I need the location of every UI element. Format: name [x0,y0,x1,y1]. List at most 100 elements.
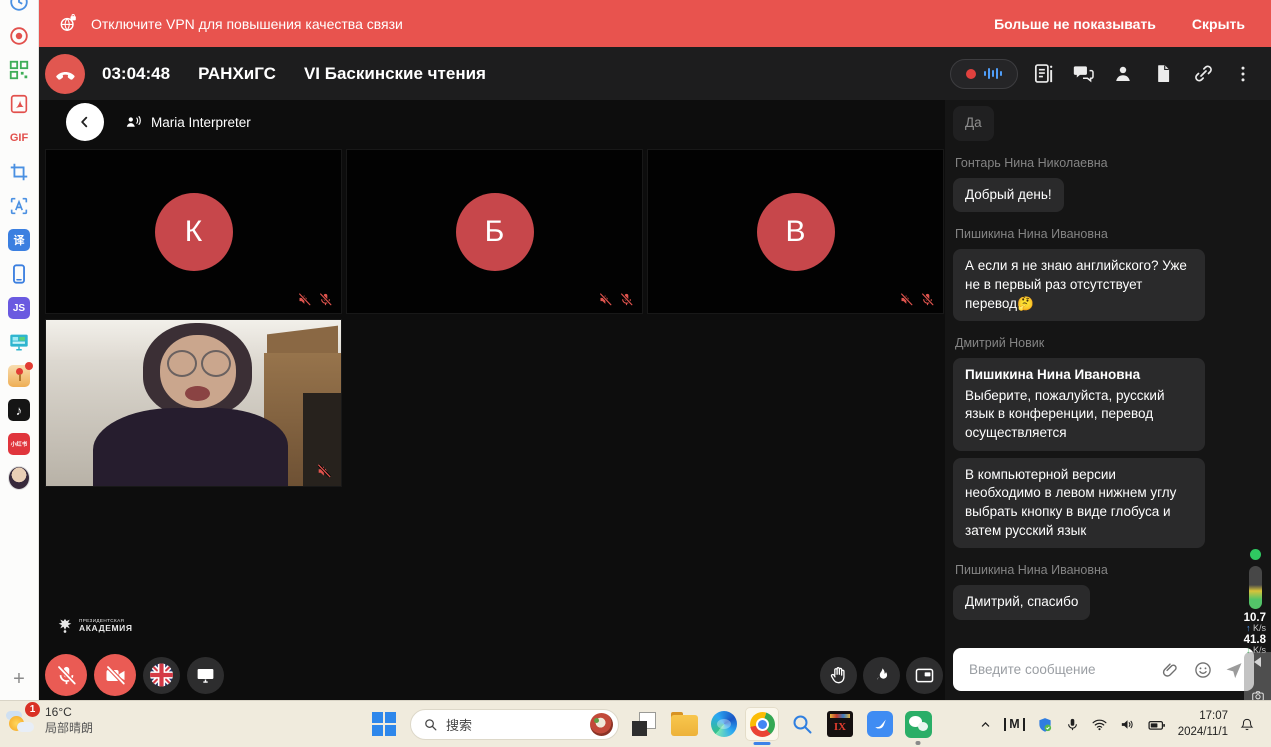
participant-avatar: К [155,193,233,271]
signal-level-indicator [1249,566,1262,609]
file-explorer-button[interactable] [667,707,701,741]
translate-icon[interactable]: 译 [8,229,30,251]
mobile-icon[interactable] [8,263,30,285]
volume-icon[interactable] [1119,716,1136,733]
back-button[interactable] [66,103,104,141]
message-text: В компьютерной версии необходимо в левом… [965,466,1193,541]
screen-share-icon [195,665,216,686]
participant-tile[interactable]: Б [347,150,642,313]
more-icon [1233,64,1253,84]
joystick-icon[interactable] [8,365,30,387]
vpn-globe-icon [58,14,78,34]
bell-icon[interactable] [1239,717,1255,733]
participants-button[interactable] [1108,59,1138,89]
participant-tile[interactable]: К [46,150,341,313]
quoted-author: Пишикина Нина Ивановна [965,366,1193,385]
edge-button[interactable] [707,707,741,741]
pip-button[interactable] [906,657,943,694]
chat-message-bubble: Пишикина Нина ИвановнаВыберите, пожалуйс… [953,358,1205,451]
chat-panel: ДаГонтарь Нина НиколаевнаДобрый день!Пиш… [945,100,1271,700]
chrome-button[interactable] [745,707,779,741]
add-tool-button[interactable]: + [8,668,30,690]
defender-icon[interactable] [1036,716,1054,734]
chat-message-bubble: В компьютерной версии необходимо в левом… [953,458,1205,549]
file-icon [1153,63,1174,84]
language-channel-button[interactable] [143,657,180,694]
battery-icon[interactable] [1147,715,1167,735]
more-menu-button[interactable] [1228,59,1258,89]
screen-share-button[interactable] [187,657,224,694]
windows-start-button[interactable] [372,712,396,736]
ime-icon[interactable]: М [1004,718,1024,731]
emoji-icon[interactable] [1193,660,1213,680]
chat-sender-name: Пишикина Нина Ивановна [955,563,1259,577]
wechat-icon [905,711,932,738]
wechat-button[interactable] [901,707,935,741]
connection-status-dot [1250,549,1261,560]
record-icon[interactable] [8,25,30,47]
monitor-icon[interactable] [8,331,30,353]
watermark-line2: АКАДЕМИЯ [79,624,133,634]
message-input[interactable] [967,661,1160,678]
participant-tile[interactable]: В [648,150,943,313]
chat-sender-name: Пишикина Нина Ивановна [955,227,1259,241]
qr-code-icon[interactable] [8,59,30,81]
game-app-button[interactable]: IX [823,707,857,741]
ocr-icon[interactable] [8,195,30,217]
academy-watermark: ПРЕЗИДЕНТСКАЯ АКАДЕМИЯ [55,616,133,636]
search-app-button[interactable] [785,707,819,741]
hide-banner-button[interactable]: Скрыть [1192,16,1245,32]
record-dot-icon [966,69,976,79]
clock-icon[interactable] [8,0,30,13]
raise-hand-button[interactable] [820,657,857,694]
taskbar-search-box[interactable]: 搜索 [410,709,619,740]
camera-toggle-button[interactable] [94,654,136,696]
js-icon[interactable]: JS [8,297,30,319]
chat-message-bubble: Дмитрий, спасибо [953,585,1090,620]
send-icon[interactable] [1224,660,1244,680]
chat-button[interactable] [1068,59,1098,89]
gif-icon[interactable]: GIF [8,127,30,149]
camera-off-icon [104,664,127,687]
chat-message-bubble: А если я не знаю английского? Уже не в п… [953,249,1205,321]
organization-label: РАНХиГС [198,64,276,84]
tray-clock[interactable]: 17:07 2024/11/1 [1178,709,1228,740]
vpn-banner: Отключите VPN для повышения качества свя… [38,0,1271,47]
crop-icon[interactable] [8,161,30,183]
profile-avatar[interactable] [8,467,30,489]
xiaohongshu-icon[interactable]: 小红书 [8,433,30,455]
recording-indicator[interactable] [950,59,1018,89]
reactions-button[interactable] [863,657,900,694]
weather-icon: 1 [6,705,38,737]
chat-input-bar [953,648,1254,691]
interpreter-icon [124,113,143,132]
tray-date: 2024/11/1 [1178,725,1228,741]
tray-mic-icon[interactable] [1065,717,1080,732]
end-call-icon [54,62,77,85]
tray-chevron-icon[interactable] [978,717,993,732]
magnifier-app-icon [790,712,814,736]
mic-off-icon [318,292,333,307]
task-view-button[interactable] [627,707,661,741]
mic-off-icon [619,292,634,307]
explorer-icon [671,715,698,736]
tiktok-icon[interactable]: ♪ [8,399,30,421]
mic-toggle-button[interactable] [45,654,87,696]
interpreter-channel[interactable]: Maria Interpreter [124,113,251,132]
end-call-button[interactable] [45,54,85,94]
notes-button[interactable] [1028,59,1058,89]
interpreter-label: Maria Interpreter [151,115,251,130]
files-button[interactable] [1148,59,1178,89]
pdf-icon[interactable] [8,93,30,115]
webcam-video-tile[interactable] [46,320,341,486]
copy-link-button[interactable] [1188,59,1218,89]
message-text: А если я не знаю английского? Уже не в п… [965,257,1193,313]
weather-widget[interactable]: 1 16°C 局部晴朗 [6,705,93,737]
bird-app-button[interactable] [863,707,897,741]
wifi-icon[interactable] [1091,716,1108,733]
sound-off-icon [316,463,332,479]
dont-show-again-button[interactable]: Больше не показывать [994,16,1156,32]
message-text: Да [965,114,982,133]
attach-icon[interactable] [1160,660,1180,680]
uk-flag-icon [149,662,174,688]
